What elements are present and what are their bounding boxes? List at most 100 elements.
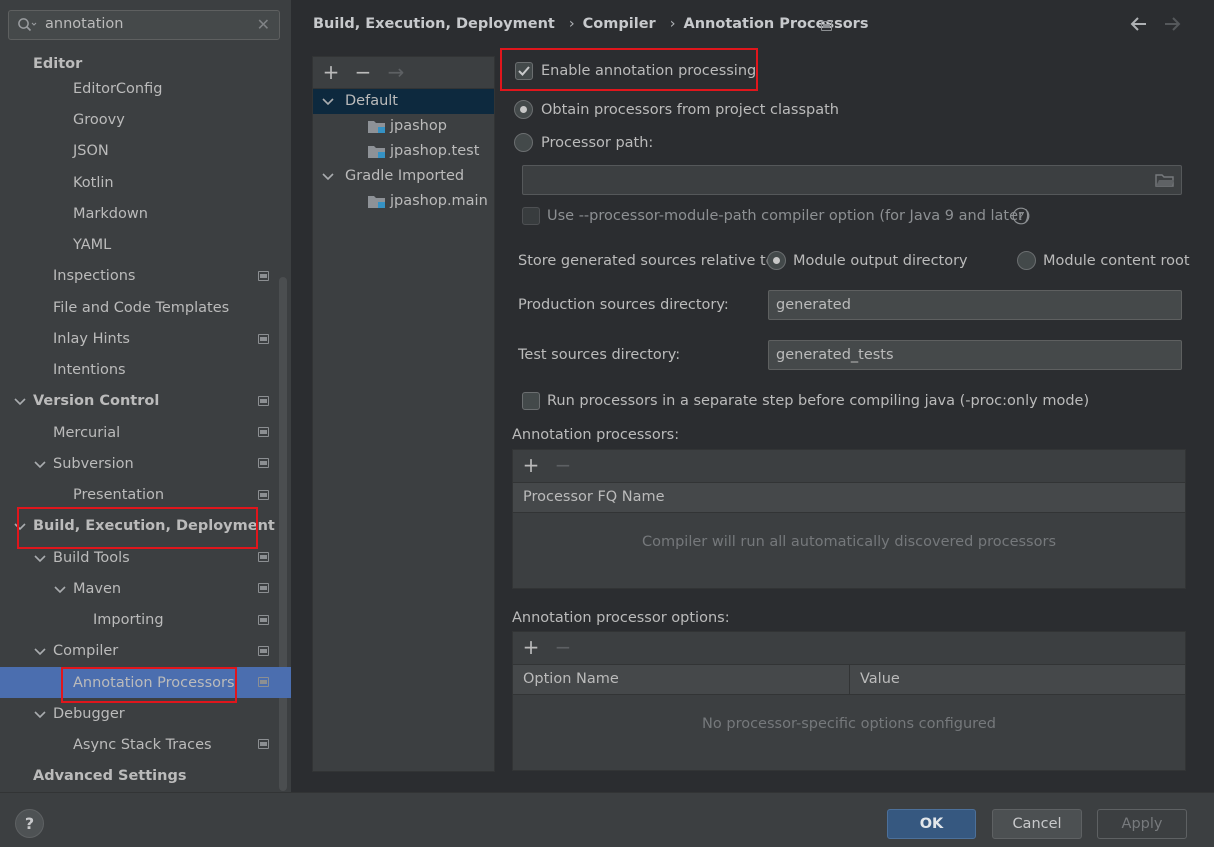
breadcrumb-separator-icon: › [568,16,575,32]
chevron-down-icon[interactable] [13,397,27,407]
sidebar-scrollbar[interactable] [279,277,287,791]
sidebar-item-inspections[interactable]: Inspections [53,261,135,292]
sidebar-item-groovy[interactable]: Groovy [73,105,125,136]
chevron-down-icon[interactable] [321,172,335,182]
add-icon[interactable]: + [321,62,341,82]
column-header[interactable]: Option Name [513,665,850,694]
project-settings-icon [258,615,269,625]
processors-table-header: Processor FQ Name [513,482,1185,513]
module-group-gradle-imported[interactable]: Gradle Imported [345,164,464,189]
settings-sidebar: annotation ✕ Editor EditorConfig Groovy … [0,0,291,792]
sidebar-item-markdown[interactable]: Markdown [73,199,148,230]
module-list-panel: + − → Default jpashop jpashop.test Gradl… [312,56,495,772]
folder-browse-icon[interactable] [1155,172,1175,188]
run-separate-step-label: Run processors in a separate step before… [547,393,1090,409]
chevron-down-icon[interactable] [33,460,47,470]
chevron-down-icon[interactable] [53,585,67,595]
sidebar-item-json[interactable]: JSON [73,136,109,167]
sidebar-item-importing[interactable]: Importing [93,605,164,636]
module-content-root-label: Module content root [1043,253,1190,269]
breadcrumb-separator-icon: › [669,16,676,32]
add-processor-icon[interactable]: + [521,455,541,475]
sidebar-item-inlay-hints[interactable]: Inlay Hints [53,324,130,355]
test-sources-input[interactable]: generated_tests [768,340,1182,370]
project-settings-icon [258,334,269,344]
sidebar-item-compiler[interactable]: Compiler [53,636,118,667]
sidebar-item-mercurial[interactable]: Mercurial [53,418,120,449]
sidebar-item-version-control[interactable]: Version Control [33,386,159,417]
chevron-down-icon[interactable] [33,647,47,657]
options-table-header: Option Name Value [513,664,1185,695]
sidebar-item-debugger[interactable]: Debugger [53,699,125,730]
breadcrumb-item[interactable]: Compiler [583,16,656,32]
module-output-directory-radio[interactable] [767,251,786,270]
processor-module-path-label: Use --processor-module-path compiler opt… [547,208,1030,224]
module-item-jpashop[interactable]: jpashop [390,114,447,139]
help-button[interactable]: ? [15,809,44,838]
remove-processor-icon[interactable]: − [553,455,573,475]
project-settings-icon [258,458,269,468]
sidebar-item-advanced-settings[interactable]: Advanced Settings [33,761,186,792]
processors-toolbar: + − [513,450,1185,482]
project-settings-icon [258,583,269,593]
project-settings-icon [258,677,269,687]
remove-option-icon[interactable]: − [553,637,573,657]
module-folder-icon [368,146,385,158]
apply-button[interactable]: Apply [1097,809,1187,839]
annotation-processors-title: Annotation processors: [512,427,680,443]
sidebar-item-subversion[interactable]: Subversion [53,449,134,480]
project-settings-icon [258,552,269,562]
obtain-from-classpath-radio[interactable] [514,100,533,119]
module-folder-icon [368,121,385,133]
highlight-box [61,667,237,703]
column-header[interactable]: Processor FQ Name [513,483,665,512]
test-sources-label: Test sources directory: [518,347,681,363]
remove-icon[interactable]: − [353,62,373,82]
processor-module-path-checkbox[interactable] [522,207,540,225]
breadcrumb-item[interactable]: Build, Execution, Deployment [313,16,555,32]
processor-options-table: + − Option Name Value No processor-speci… [512,631,1186,771]
sidebar-item-yaml[interactable]: YAML [73,230,111,261]
module-item-jpashop-test[interactable]: jpashop.test [390,139,479,164]
project-settings-icon [821,21,832,31]
project-settings-icon [258,490,269,500]
module-output-directory-label: Module output directory [793,253,968,269]
highlight-box [500,48,758,91]
store-generated-label: Store generated sources relative to: [518,253,780,269]
forward-arrow-icon[interactable] [1162,12,1182,36]
ok-button[interactable]: OK [887,809,976,839]
sidebar-item-file-and-code-templates[interactable]: File and Code Templates [53,293,229,324]
chevron-down-icon[interactable] [33,554,47,564]
back-arrow-icon[interactable] [1129,12,1149,36]
help-icon[interactable]: ? [1012,207,1030,225]
search-input[interactable]: annotation [45,16,123,32]
sidebar-item-editorconfig[interactable]: EditorConfig [73,74,162,105]
empty-table-text: Compiler will run all automatically disc… [641,534,1056,550]
chevron-down-icon[interactable] [321,97,335,107]
module-toolbar: + − → [313,57,494,89]
module-folder-icon [368,196,385,208]
run-separate-step-checkbox[interactable] [522,392,540,410]
production-sources-input[interactable]: generated [768,290,1182,320]
cancel-button[interactable]: Cancel [992,809,1082,839]
processor-path-input[interactable] [522,165,1182,195]
clear-search-icon[interactable]: ✕ [257,15,270,34]
chevron-down-icon[interactable] [33,710,47,720]
add-option-icon[interactable]: + [521,637,541,657]
search-field[interactable]: annotation ✕ [8,10,280,40]
module-row-default[interactable] [313,89,494,114]
module-item-jpashop-main[interactable]: jpashop.main [390,189,488,214]
processor-path-radio[interactable] [514,133,533,152]
processor-path-label: Processor path: [541,135,654,151]
project-settings-icon [258,427,269,437]
production-sources-label: Production sources directory: [518,297,729,313]
dialog-footer: ? OK Cancel Apply [0,792,1214,847]
sidebar-item-intentions[interactable]: Intentions [53,355,126,386]
module-content-root-radio[interactable] [1017,251,1036,270]
project-settings-icon [258,739,269,749]
sidebar-item-async-stack-traces[interactable]: Async Stack Traces [73,730,212,761]
sidebar-item-kotlin[interactable]: Kotlin [73,168,114,199]
move-icon[interactable]: → [386,62,406,82]
column-header[interactable]: Value [850,665,900,694]
sidebar-item-maven[interactable]: Maven [73,574,121,605]
